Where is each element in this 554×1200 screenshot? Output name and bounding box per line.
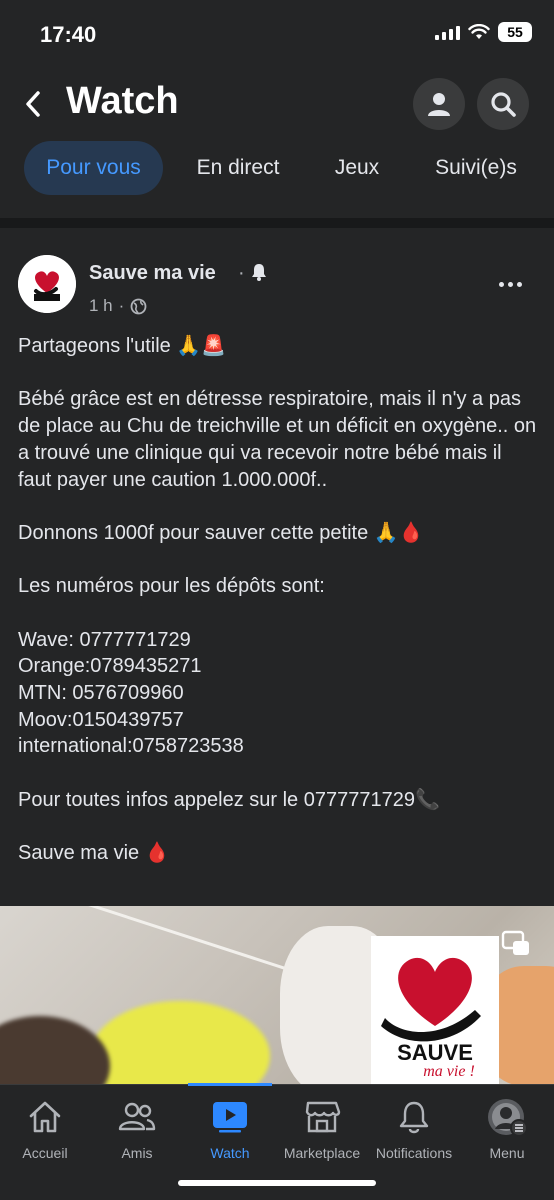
picture-in-picture-button[interactable] [498,926,534,962]
nav-item-marketplace[interactable]: Marketplace [272,1097,372,1161]
battery-icon: 55 [498,22,532,42]
nav-label: Watch [210,1145,250,1161]
menu-avatar-icon [488,1099,528,1137]
bell-icon [399,1101,429,1134]
post-line: Moov:0150439757 [18,708,184,731]
post-line: Donnons 1000f pour sauver cette petite 🙏… [18,521,424,544]
sauve-ma-vie-logo [18,255,76,313]
post-line: Bébé grâce est en détresse respiratoire,… [18,388,537,491]
search-button[interactable] [477,78,529,130]
globe-icon [130,298,147,314]
post-line: international:0758723538 [18,735,244,758]
post-line: Sauve ma vie 🩸 [18,842,170,865]
tab-en-direct[interactable]: En direct [180,141,296,195]
search-icon [491,92,516,117]
status-time: 17:40 [40,22,97,47]
friends-icon [118,1102,156,1131]
nav-item-notifications[interactable]: Notifications [364,1097,464,1161]
post-meta: 1 h · [89,296,147,316]
nav-item-accueil[interactable]: Accueil [0,1097,95,1161]
nav-label: Accueil [22,1145,68,1161]
nav-label: Marketplace [283,1145,361,1161]
active-tab-indicator [188,1083,272,1086]
video-logo-title: SAUVE [397,1040,473,1065]
pip-icon [501,930,529,955]
profile-button[interactable] [413,78,465,130]
nav-item-amis[interactable]: Amis [87,1097,187,1161]
meta-dot: · [118,296,125,315]
post-line: Partageons l'utile 🙏🚨 [18,335,227,357]
nav-item-watch[interactable]: Watch [180,1097,280,1161]
status-bar: 17:40 55 [0,0,554,66]
cellular-signal-icon [435,24,460,40]
tab-bar: Pour vous En direct Jeux Suivi(e)s [0,141,554,197]
post-line: MTN: 0576709960 [18,682,184,705]
tab-suivis[interactable]: Suivi(e)s [418,141,534,195]
more-options-button[interactable] [494,272,526,296]
page-avatar[interactable] [18,255,76,313]
bell-icon[interactable] [250,262,268,287]
marketplace-icon [305,1101,341,1133]
separator-dot: · [238,262,245,284]
video-logo-subtitle: ma vie ! [423,1063,475,1080]
nav-label: Notifications [375,1145,453,1161]
header: Watch [0,70,554,140]
video-player[interactable]: SAUVE ma vie ! [0,906,554,1084]
tab-jeux[interactable]: Jeux [318,141,396,195]
person-icon [428,93,450,116]
page-name[interactable]: Sauve ma vie [89,262,216,285]
chevron-left-icon [26,91,40,117]
post-line: Les numéros pour les dépôts sont: [18,575,325,598]
post-line: Orange:0789435271 [18,655,202,678]
watch-icon [213,1102,247,1133]
more-dot-icon [507,281,513,287]
nav-item-menu[interactable]: Menu [457,1097,554,1161]
section-divider [0,218,554,228]
back-button[interactable] [16,84,50,124]
status-icons: 55 [435,22,532,42]
post-line: Pour toutes infos appelez sur le 0777771… [18,788,440,811]
tab-pour-vous[interactable]: Pour vous [24,141,163,195]
home-indicator[interactable] [178,1180,376,1186]
nav-label: Amis [121,1145,153,1161]
post-line: Wave: 0777771729 [18,628,191,651]
video-logo-overlay: SAUVE ma vie ! [371,936,499,1084]
home-icon [29,1101,61,1133]
post-time: 1 h [89,296,113,315]
nav-label: Menu [489,1145,525,1161]
post-text: Partageons l'utile 🙏🚨 Bébé grâce est en … [18,333,538,867]
more-dot-icon [498,281,504,287]
wifi-icon [468,24,490,39]
page-title: Watch [66,80,179,122]
more-dot-icon [516,281,522,287]
